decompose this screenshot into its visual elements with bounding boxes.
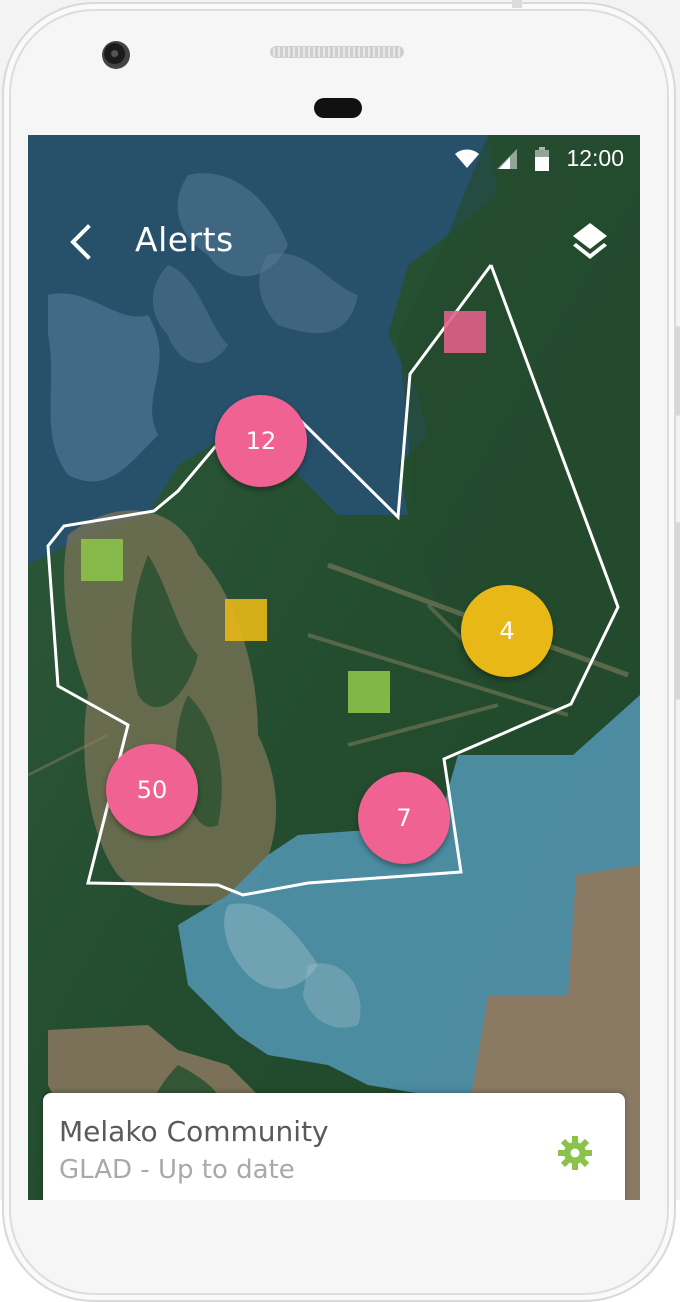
alert-cluster[interactable]: 12 — [215, 395, 307, 487]
chevron-left-icon — [70, 224, 91, 260]
app-bar: Alerts — [28, 207, 640, 277]
status-bar: 12:00 — [28, 135, 640, 183]
wifi-icon — [455, 149, 480, 168]
phone-frame: 12:00 Alerts 12 4 50 7 Melako Community … — [0, 0, 680, 1302]
signal-icon — [497, 148, 518, 169]
satellite-map[interactable] — [28, 135, 640, 1200]
alert-cluster-count: 7 — [396, 804, 412, 832]
alert-marker[interactable] — [444, 311, 486, 353]
app-screen: 12:00 Alerts 12 4 50 7 Melako Community … — [28, 135, 640, 1200]
alert-marker[interactable] — [225, 599, 267, 641]
alert-marker[interactable] — [81, 539, 123, 581]
proximity-sensor — [314, 98, 362, 118]
status-time: 12:00 — [566, 145, 624, 171]
earpiece-speaker — [270, 46, 404, 58]
alert-cluster[interactable]: 4 — [461, 585, 553, 677]
front-camera — [102, 41, 130, 69]
alert-cluster-count: 50 — [136, 776, 168, 804]
area-info-card[interactable]: Melako Community GLAD - Up to date — [43, 1093, 625, 1200]
phone-top-button — [512, 0, 522, 8]
layers-button[interactable] — [564, 215, 616, 267]
area-settings-button[interactable] — [555, 1133, 595, 1173]
phone-volume-button — [676, 522, 680, 700]
battery-icon — [535, 146, 550, 171]
area-name: Melako Community — [59, 1115, 329, 1148]
alert-cluster[interactable]: 7 — [358, 772, 450, 864]
alert-cluster[interactable]: 50 — [106, 744, 198, 836]
alert-cluster-count: 12 — [245, 427, 277, 455]
alert-cluster-count: 4 — [499, 617, 515, 645]
phone-power-button — [676, 326, 680, 416]
back-button[interactable] — [58, 215, 108, 269]
gear-icon — [558, 1136, 592, 1170]
alert-marker[interactable] — [348, 671, 390, 713]
area-status: GLAD - Up to date — [59, 1155, 295, 1185]
page-title: Alerts — [135, 220, 234, 259]
layers-icon — [573, 223, 607, 259]
